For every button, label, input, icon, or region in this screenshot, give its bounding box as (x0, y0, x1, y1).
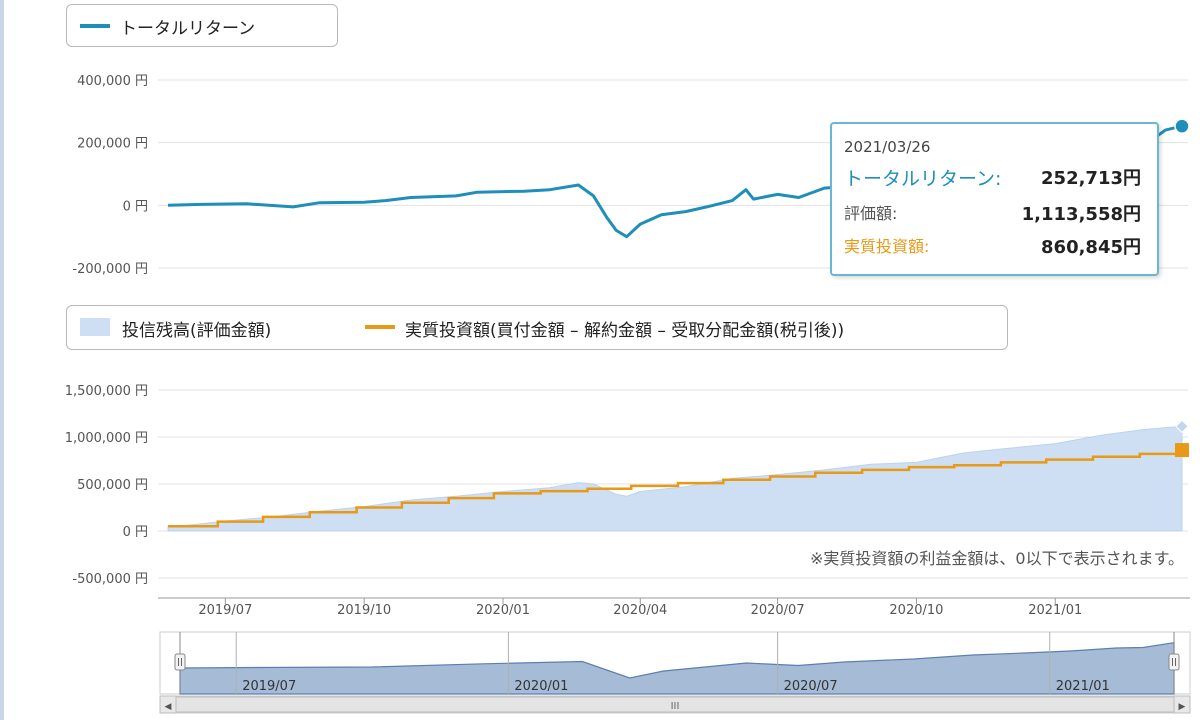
invested-marker[interactable] (1175, 443, 1189, 458)
y-tick-label: 400,000 円 (77, 74, 148, 89)
tooltip-date: 2021/03/26 (844, 138, 931, 156)
tooltip-value: 252,713円 (1041, 168, 1141, 189)
x-tick-label: 2019/10 (337, 603, 391, 618)
y-tick-label: 0 円 (123, 525, 148, 540)
navigator-tick-label: 2020/01 (514, 679, 568, 694)
y-tick-label: 1,500,000 円 (65, 384, 148, 399)
x-tick-label: 2020/01 (476, 603, 530, 618)
chevron-left-icon: ◀ (165, 702, 172, 712)
tooltip-label: トータルリターン: (844, 168, 1002, 190)
scroll-grip-icon: III (671, 701, 680, 712)
chevron-right-icon: ▶ (1179, 702, 1186, 712)
tooltip-value: 860,845円 (1041, 237, 1141, 258)
total-return-marker[interactable] (1174, 118, 1190, 134)
y-tick-label: -500,000 円 (72, 572, 148, 587)
chart-stage: トータルリターン 投信残高(評価金額) 実質投資額(買付金額 – 解約金額 – … (0, 0, 1200, 720)
y-tick-label: 1,000,000 円 (65, 431, 148, 446)
tooltip-row-valuation: 評価額: 1,113,558円 (844, 200, 1141, 226)
x-tick-label: 2021/01 (1028, 603, 1082, 618)
x-tick-label: 2020/10 (889, 603, 943, 618)
balance-area (167, 425, 1183, 532)
y-tick-label: 200,000 円 (77, 137, 148, 152)
tooltip: 2021/03/26 トータルリターン: 252,713円 評価額: 1,113… (830, 122, 1159, 276)
navigator-chart: 2019/07 2020/01 2020/07 2021/01 ◀ ▶ III (159, 631, 1191, 714)
tooltip-row-total-return: トータルリターン: 252,713円 (844, 164, 1141, 190)
navigator-tick-label: 2019/07 (242, 679, 296, 694)
x-tick-label: 2020/04 (613, 603, 667, 618)
tooltip-label: 実質投資額: (844, 237, 930, 256)
y-tick-label: -200,000 円 (72, 262, 148, 277)
tooltip-row-invested: 実質投資額: 860,845円 (844, 233, 1141, 259)
charts-svg: 400,000 円 200,000 円 0 円 -200,000 円 1,500,00… (65, 74, 1191, 714)
x-tick-label: 2019/07 (198, 603, 252, 618)
navigator-tick-label: 2021/01 (1056, 679, 1110, 694)
x-tick-label: 2020/07 (751, 603, 805, 618)
note-text: ※実質投資額の利益金額は、0以下で表示されます。 (810, 549, 1184, 568)
navigator-right-handle[interactable] (1168, 653, 1180, 671)
tooltip-value: 1,113,558円 (1021, 204, 1141, 225)
navigator-left-handle[interactable] (174, 653, 186, 671)
y-tick-label: 0 円 (123, 199, 148, 214)
tooltip-label: 評価額: (844, 204, 898, 223)
navigator-tick-label: 2020/07 (784, 679, 838, 694)
balance-invested-chart: 1,500,000 円 1,000,000 円 500,000 円 0 円 -500,0… (65, 384, 1190, 618)
y-tick-label: 500,000 円 (77, 478, 148, 493)
